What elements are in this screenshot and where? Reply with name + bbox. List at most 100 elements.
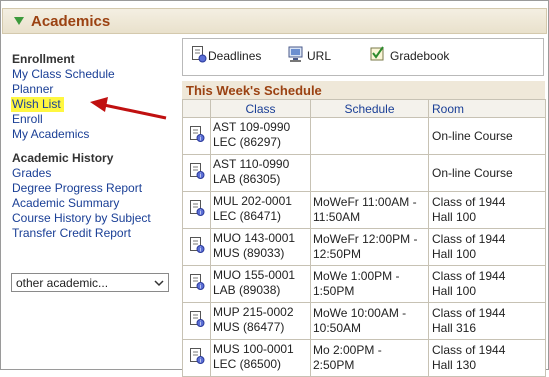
room-line-1: Class of 1944: [432, 195, 506, 209]
class-details-icon: i: [189, 274, 204, 290]
schedule-row: i AST 110-0990 LAB (86305) On-line Course: [182, 154, 546, 192]
schedule-line-1: MoWe 10:00AM -: [313, 306, 407, 320]
room-cell: Class of 1944 Hall 316: [428, 302, 546, 340]
schedule-cell: MoWe 1:00PM -1:50PM: [310, 265, 429, 303]
room-cell: On-line Course: [428, 117, 546, 155]
class-code: AST 109-0990: [213, 120, 291, 134]
other-academic-select[interactable]: other academic...: [11, 273, 169, 292]
class-cell: MUL 202-0001 LEC (86471): [210, 191, 311, 229]
class-cell: MUS 100-0001 LEC (86500): [210, 339, 311, 377]
class-details-icon: i: [189, 200, 204, 216]
room-cell: Class of 1944 Hall 130: [428, 339, 546, 377]
class-code: MUS 100-0001: [213, 342, 294, 356]
schedule-column-header[interactable]: Schedule: [310, 99, 429, 118]
schedule-line-1: Mo 2:00PM - 2:50PM: [313, 343, 382, 372]
class-section: LEC (86297): [213, 135, 282, 149]
schedule-row: i AST 109-0990 LEC (86297) On-line Course: [182, 117, 546, 155]
class-details-button[interactable]: i: [182, 117, 211, 155]
schedule-cell: MoWeFr 11:00AM -11:50AM: [310, 191, 429, 229]
class-details-icon: i: [189, 348, 204, 364]
class-section: MUS (89033): [213, 246, 285, 260]
room-line-1: Class of 1944: [432, 269, 506, 283]
url-button[interactable]: URL: [287, 45, 341, 65]
class-details-icon: i: [189, 163, 204, 179]
deadlines-label: Deadlines: [208, 49, 262, 63]
schedule-row: i MUO 143-0001 MUS (89033) MoWeFr 12:00PM -…: [182, 228, 546, 266]
class-details-button[interactable]: i: [182, 191, 211, 229]
schedule-line-1: MoWeFr 12:00PM -: [313, 232, 418, 246]
url-label: URL: [307, 49, 332, 63]
schedule-row: i MUO 155-0001 LAB (89038) MoWe 1:00PM -1:5…: [182, 265, 546, 303]
schedule-cell: [310, 154, 429, 192]
toolbar: Deadlines URL Gradebook: [182, 38, 544, 76]
room-line-1: Class of 1944: [432, 306, 506, 320]
link-academic-summary[interactable]: Academic Summary: [12, 196, 177, 211]
room-line-2: Hall 100: [432, 210, 477, 224]
collapse-triangle-icon[interactable]: [14, 17, 24, 25]
class-details-button[interactable]: i: [182, 265, 211, 303]
academic-history-heading: Academic History: [12, 151, 114, 165]
class-code: MUL 202-0001: [213, 194, 292, 208]
class-cell: AST 110-0990 LAB (86305): [210, 154, 311, 192]
schedule-title: This Week's Schedule: [182, 81, 545, 99]
class-details-button[interactable]: i: [182, 154, 211, 192]
room-column-header[interactable]: Room: [428, 99, 546, 118]
class-column-header[interactable]: Class: [210, 99, 311, 118]
section-header[interactable]: Academics: [2, 8, 547, 34]
deadlines-icon: [192, 46, 207, 63]
class-cell: MUO 143-0001 MUS (89033): [210, 228, 311, 266]
class-section: LAB (89038): [213, 283, 281, 297]
chevron-down-icon: [154, 280, 164, 287]
class-code: MUP 215-0002: [213, 305, 294, 319]
link-my-academics[interactable]: My Academics: [12, 127, 177, 142]
class-cell: AST 109-0990 LEC (86297): [210, 117, 311, 155]
icon-column-header: [182, 99, 211, 118]
room-cell: On-line Course: [428, 154, 546, 192]
schedule-cell: MoWeFr 12:00PM -12:50PM: [310, 228, 429, 266]
room-cell: Class of 1944 Hall 100: [428, 228, 546, 266]
link-my-class-schedule[interactable]: My Class Schedule: [12, 67, 177, 82]
link-planner[interactable]: Planner: [12, 82, 177, 97]
left-navigation: Enrollment My Class Schedule Planner Wis…: [11, 52, 177, 241]
link-transfer-credit-report[interactable]: Transfer Credit Report: [12, 226, 177, 241]
schedule-cell: Mo 2:00PM - 2:50PM: [310, 339, 429, 377]
schedule-line-2: 10:50AM: [313, 321, 362, 335]
schedule-table: Class Schedule Room i AST 109-0990 LEC (86…: [182, 99, 546, 377]
section-title: Academics: [31, 13, 111, 30]
class-details-icon: i: [189, 311, 204, 327]
class-code: AST 110-0990: [213, 157, 290, 171]
red-arrow-icon: [90, 97, 167, 120]
class-cell: MUP 215-0002 MUS (86477): [210, 302, 311, 340]
schedule-line-2: 12:50PM: [313, 247, 362, 261]
schedule-line-2: 11:50AM: [313, 210, 361, 224]
class-details-button[interactable]: i: [182, 302, 211, 340]
class-details-button[interactable]: i: [182, 228, 211, 266]
schedule-row: i MUS 100-0001 LEC (86500) Mo 2:00PM - 2:50…: [182, 339, 546, 377]
room-cell: Class of 1944 Hall 100: [428, 265, 546, 303]
schedule-row: i MUP 215-0002 MUS (86477) MoWe 10:00AM -10…: [182, 302, 546, 340]
class-section: MUS (86477): [213, 320, 285, 334]
link-course-history-by-subject[interactable]: Course History by Subject: [12, 211, 177, 226]
class-details-icon: i: [189, 126, 204, 142]
gradebook-button[interactable]: Gradebook: [369, 45, 459, 65]
link-grades[interactable]: Grades: [12, 166, 177, 181]
room-line-1: Class of 1944: [432, 343, 506, 357]
deadlines-button[interactable]: Deadlines: [191, 45, 271, 65]
room-cell: Class of 1944 Hall 100: [428, 191, 546, 229]
class-details-button[interactable]: i: [182, 339, 211, 377]
link-degree-progress-report[interactable]: Degree Progress Report: [12, 181, 177, 196]
schedule-header-row: Class Schedule Room: [182, 99, 546, 118]
schedule-cell: MoWe 10:00AM -10:50AM: [310, 302, 429, 340]
class-code: MUO 143-0001: [213, 231, 296, 245]
class-section: LAB (86305): [213, 172, 281, 186]
room-line-2: Hall 100: [432, 247, 477, 261]
schedule-line-1: MoWeFr 11:00AM -: [313, 195, 417, 209]
class-code: MUO 155-0001: [213, 268, 296, 282]
room-line-2: Hall 100: [432, 284, 477, 298]
gradebook-icon: [370, 46, 384, 61]
schedule-row: i MUL 202-0001 LEC (86471) MoWeFr 11:00AM -…: [182, 191, 546, 229]
wish-list-highlight: Wish List: [11, 97, 64, 112]
class-cell: MUO 155-0001 LAB (89038): [210, 265, 311, 303]
class-details-icon: i: [189, 237, 204, 253]
url-icon: [288, 46, 303, 62]
